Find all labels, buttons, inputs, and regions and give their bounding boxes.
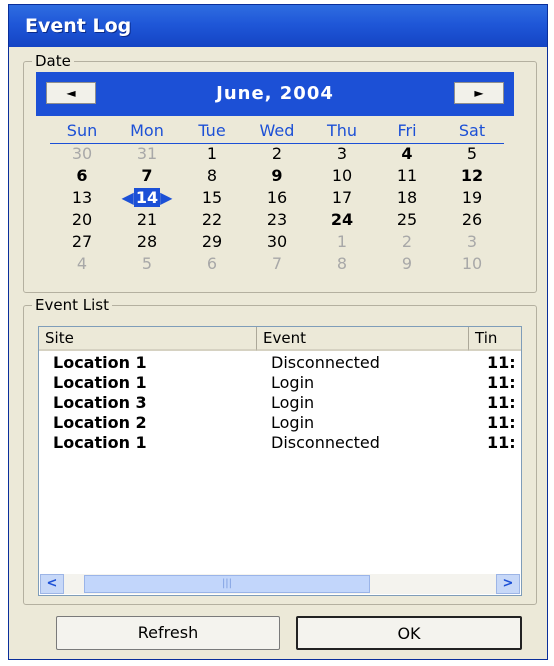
weekday-sat: Sat — [458, 121, 486, 140]
row-time: 11: — [487, 373, 516, 392]
horizontal-scrollbar[interactable]: < ||| > — [40, 574, 520, 594]
date-group-label: Date — [32, 52, 74, 70]
calendar-header: ◄ June, 2004 ► — [36, 72, 514, 116]
weekday-sun: Sun — [66, 121, 98, 140]
column-header-event[interactable]: Event — [257, 327, 469, 351]
row-site: Location 1 — [53, 353, 147, 372]
weekday-thu: Thu — [326, 121, 358, 140]
row-site: Location 3 — [53, 393, 147, 412]
selected-day-number: 14 — [133, 188, 161, 207]
calendar-day[interactable]: 9 — [245, 166, 309, 188]
calendar-day[interactable]: 16 — [245, 188, 309, 210]
row-event: Login — [271, 393, 315, 412]
row-site: Location 1 — [53, 433, 147, 452]
calendar-day[interactable]: 10 — [310, 166, 374, 188]
calendar-day[interactable]: 23 — [245, 210, 309, 232]
calendar-day[interactable]: 6 — [180, 254, 244, 276]
calendar-day[interactable]: 8 — [310, 254, 374, 276]
calendar-day[interactable]: 2 — [375, 232, 439, 254]
weekday-wed: Wed — [259, 121, 295, 140]
calendar-day[interactable]: 3 — [440, 232, 504, 254]
calendar-day[interactable]: 4 — [375, 144, 439, 166]
calendar-day[interactable]: 28 — [115, 232, 179, 254]
row-time: 11: — [487, 433, 516, 452]
scroll-right-button[interactable]: > — [496, 574, 520, 594]
weekday-fri: Fri — [397, 121, 417, 140]
row-site: Location 1 — [53, 373, 147, 392]
calendar-day[interactable]: 25 — [375, 210, 439, 232]
title-bar[interactable]: Event Log — [9, 5, 547, 47]
row-site: Location 2 — [53, 413, 147, 432]
calendar-day[interactable]: 3 — [310, 144, 374, 166]
calendar-day[interactable]: 10 — [440, 254, 504, 276]
calendar-day[interactable]: 22 — [180, 210, 244, 232]
calendar-day[interactable]: 31 — [115, 144, 179, 166]
refresh-button[interactable]: Refresh — [56, 616, 280, 650]
event-list-group-label: Event List — [32, 296, 112, 314]
calendar-day[interactable]: 6 — [50, 166, 114, 188]
next-month-button[interactable]: ► — [454, 82, 504, 104]
calendar-day[interactable]: 5 — [440, 144, 504, 166]
row-event: Login — [271, 373, 315, 392]
weekday-tue: Tue — [198, 121, 226, 140]
row-time: 11: — [487, 353, 516, 372]
row-event: Login — [271, 413, 315, 432]
month-title: June, 2004 — [216, 83, 334, 104]
calendar-day[interactable]: 1 — [310, 232, 374, 254]
calendar-day[interactable]: 26 — [440, 210, 504, 232]
weekday-mon: Mon — [130, 121, 164, 140]
column-header-site[interactable]: Site — [39, 327, 257, 351]
calendar-day[interactable]: 13 — [50, 188, 114, 210]
calendar-day[interactable]: 8 — [180, 166, 244, 188]
prev-month-button[interactable]: ◄ — [46, 82, 96, 104]
calendar-day[interactable]: 9 — [375, 254, 439, 276]
calendar-day[interactable]: 27 — [50, 232, 114, 254]
calendar-day[interactable]: 2 — [245, 144, 309, 166]
calendar-day[interactable]: 18 — [375, 188, 439, 210]
calendar-day[interactable]: 4 — [50, 254, 114, 276]
calendar-day[interactable]: 19 — [440, 188, 504, 210]
calendar-day[interactable]: 1 — [180, 144, 244, 166]
weekday-header-row: Sun Mon Tue Wed Thu Fri Sat — [50, 121, 504, 144]
scrollbar-thumb[interactable]: ||| — [84, 575, 370, 593]
window-title: Event Log — [25, 15, 132, 37]
calendar-day[interactable]: 5 — [115, 254, 179, 276]
calendar-day[interactable]: 30 — [245, 232, 309, 254]
column-header-time[interactable]: Tin — [469, 327, 521, 351]
event-list-view[interactable]: Site Event Tin Location 1 Disconnected 1… — [38, 326, 522, 596]
calendar-day-selected[interactable]: ◀ 14 ▶ — [115, 188, 179, 210]
calendar-day[interactable]: 24 — [310, 210, 374, 232]
calendar-day[interactable]: 21 — [115, 210, 179, 232]
ok-button[interactable]: OK — [296, 616, 522, 650]
row-event: Disconnected — [271, 353, 380, 372]
calendar-day[interactable]: 30 — [50, 144, 114, 166]
row-event: Disconnected — [271, 433, 380, 452]
calendar-day[interactable]: 15 — [180, 188, 244, 210]
calendar-day[interactable]: 20 — [50, 210, 114, 232]
row-time: 11: — [487, 393, 516, 412]
calendar-day[interactable]: 7 — [245, 254, 309, 276]
calendar-day[interactable]: 17 — [310, 188, 374, 210]
calendar-day[interactable]: 12 — [440, 166, 504, 188]
row-time: 11: — [487, 413, 516, 432]
scroll-left-button[interactable]: < — [40, 574, 64, 594]
calendar-day[interactable]: 29 — [180, 232, 244, 254]
calendar-day[interactable]: 11 — [375, 166, 439, 188]
calendar-day[interactable]: 7 — [115, 166, 179, 188]
